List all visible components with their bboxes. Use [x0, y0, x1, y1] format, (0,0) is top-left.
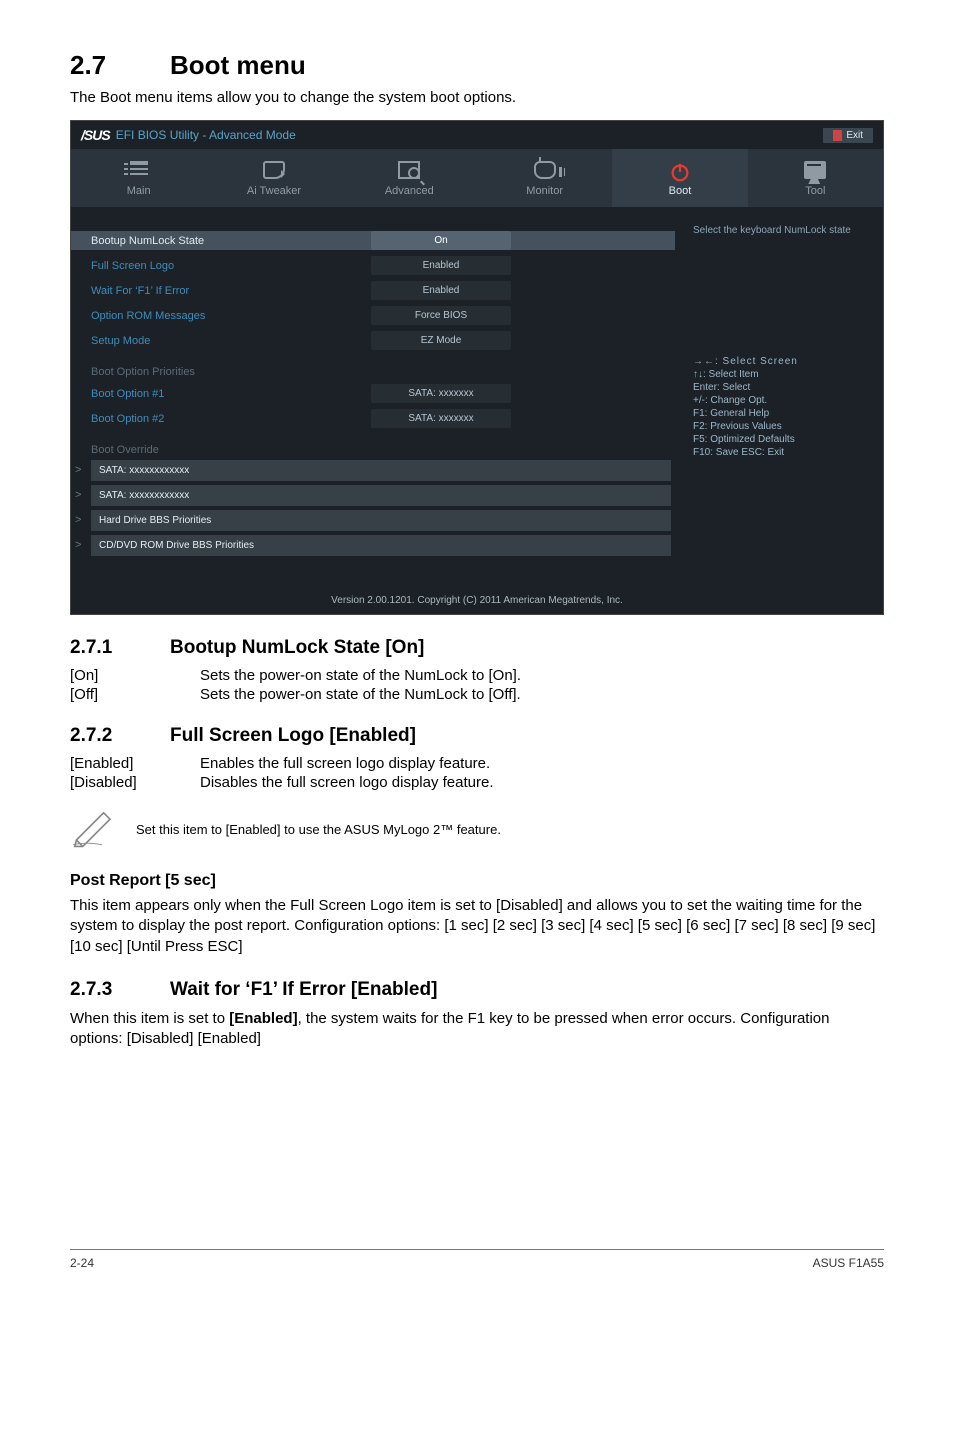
row-logo-value[interactable]: Enabled	[371, 256, 511, 275]
row-logo[interactable]: Full Screen Logo Enabled	[91, 256, 671, 275]
key-change: +/-: Change Opt.	[693, 395, 869, 406]
key-f2: F2: Previous Values	[693, 421, 869, 432]
boot-override-header: Boot Override	[91, 444, 671, 456]
thermometer-icon	[534, 161, 556, 179]
boot-priorities-header: Boot Option Priorities	[91, 366, 671, 378]
toolbox-icon	[804, 161, 826, 179]
bios-title: EFI BIOS Utility - Advanced Mode	[116, 128, 296, 142]
row-bo2-label: Boot Option #2	[91, 413, 371, 425]
kv-off: [Off]Sets the power-on state of the NumL…	[70, 686, 884, 703]
kv-enabled: [Enabled]Enables the full screen logo di…	[70, 755, 884, 772]
tab-main[interactable]: Main	[71, 149, 206, 207]
row-wait[interactable]: Wait For ‘F1’ If Error Enabled	[91, 281, 671, 300]
row-bo2-value[interactable]: SATA: xxxxxxx	[371, 409, 511, 428]
tab-main-label: Main	[127, 185, 151, 197]
help-text: Select the keyboard NumLock state	[693, 225, 869, 236]
row-bo1-value[interactable]: SATA: xxxxxxx	[371, 384, 511, 403]
subsection-272-title: Full Screen Logo [Enabled]	[170, 725, 416, 746]
bios-body: Bootup NumLock State On Full Screen Logo…	[71, 207, 883, 587]
pencil-note-icon	[70, 807, 118, 852]
subsection-271: 2.7.1Bootup NumLock State [On]	[70, 637, 884, 659]
subsection-273-no: 2.7.3	[70, 979, 170, 1001]
row-setup-label: Setup Mode	[91, 335, 371, 347]
kv-on: [On]Sets the power-on state of the NumLo…	[70, 667, 884, 684]
tab-advanced[interactable]: Advanced	[342, 149, 477, 207]
subsection-271-no: 2.7.1	[70, 637, 170, 659]
note-box: Set this item to [Enabled] to use the AS…	[70, 807, 884, 852]
row-numlock[interactable]: Bootup NumLock State On	[71, 231, 675, 250]
tab-tool[interactable]: Tool	[748, 149, 883, 207]
tab-monitor[interactable]: Monitor	[477, 149, 612, 207]
row-boot-option-2[interactable]: Boot Option #2 SATA: xxxxxxx	[91, 409, 671, 428]
override-hdd-bbs[interactable]: >Hard Drive BBS Priorities	[91, 510, 671, 531]
exit-button[interactable]: Exit	[823, 128, 873, 143]
row-numlock-label: Bootup NumLock State	[91, 235, 371, 247]
page-footer: 2-24 ASUS F1A55	[70, 1249, 884, 1270]
tab-tweaker-label: Ai Tweaker	[247, 185, 301, 197]
row-oprom-label: Option ROM Messages	[91, 310, 371, 322]
key-enter: Enter: Select	[693, 382, 869, 393]
tab-boot[interactable]: Boot	[612, 149, 747, 207]
chevron-right-icon: >	[75, 489, 81, 501]
mouse-icon	[263, 161, 285, 179]
bios-tabs: Main Ai Tweaker Advanced Monitor Boot To…	[71, 149, 883, 207]
note-text: Set this item to [Enabled] to use the AS…	[136, 822, 501, 837]
list-icon	[128, 161, 150, 179]
row-logo-label: Full Screen Logo	[91, 260, 371, 272]
key-f1: F1: General Help	[693, 408, 869, 419]
row-boot-option-1[interactable]: Boot Option #1 SATA: xxxxxxx	[91, 384, 671, 403]
key-f10: F10: Save ESC: Exit	[693, 447, 869, 458]
exit-icon	[833, 130, 842, 141]
row-bo1-label: Boot Option #1	[91, 388, 371, 400]
override-sata-2[interactable]: >SATA: xxxxxxxxxxxx	[91, 485, 671, 506]
chip-icon	[398, 161, 420, 179]
footer-left: 2-24	[70, 1256, 94, 1270]
row-setup[interactable]: Setup Mode EZ Mode	[91, 331, 671, 350]
override-sata-1[interactable]: >SATA: xxxxxxxxxxxx	[91, 460, 671, 481]
bios-window: /SUS EFI BIOS Utility - Advanced Mode Ex…	[70, 120, 884, 615]
key-f5: F5: Optimized Defaults	[693, 434, 869, 445]
tab-tool-label: Tool	[805, 185, 825, 197]
post-report-body: This item appears only when the Full Scr…	[70, 896, 884, 957]
tab-tweaker[interactable]: Ai Tweaker	[206, 149, 341, 207]
tab-advanced-label: Advanced	[385, 185, 434, 197]
override-cddvd-bbs[interactable]: >CD/DVD ROM Drive BBS Priorities	[91, 535, 671, 556]
kv-disabled: [Disabled]Disables the full screen logo …	[70, 774, 884, 791]
key-select-screen: →←: Select Screen	[693, 356, 869, 367]
bios-left-pane: Bootup NumLock State On Full Screen Logo…	[71, 207, 683, 587]
subsection-272: 2.7.2Full Screen Logo [Enabled]	[70, 725, 884, 747]
subsection-273: 2.7.3Wait for ‘F1’ If Error [Enabled]	[70, 979, 884, 1001]
row-wait-value[interactable]: Enabled	[371, 281, 511, 300]
subsection-271-title: Bootup NumLock State [On]	[170, 637, 424, 658]
chevron-right-icon: >	[75, 464, 81, 476]
section-heading: 2.7Boot menu	[70, 50, 884, 81]
section-title: Boot menu	[170, 50, 306, 80]
chevron-right-icon: >	[75, 539, 81, 551]
footer-right: ASUS F1A55	[813, 1256, 884, 1270]
key-legend: →←: Select Screen ↑↓: Select Item Enter:…	[693, 356, 869, 458]
section-number: 2.7	[70, 50, 170, 81]
row-oprom-value[interactable]: Force BIOS	[371, 306, 511, 325]
power-icon	[669, 161, 691, 179]
subsection-272-no: 2.7.2	[70, 725, 170, 747]
row-setup-value[interactable]: EZ Mode	[371, 331, 511, 350]
tab-boot-label: Boot	[669, 185, 692, 197]
chevron-right-icon: >	[75, 514, 81, 526]
post-report-title: Post Report [5 sec]	[70, 872, 884, 890]
row-wait-label: Wait For ‘F1’ If Error	[91, 285, 371, 297]
subsection-273-body: When this item is set to [Enabled], the …	[70, 1009, 884, 1050]
subsection-273-title: Wait for ‘F1’ If Error [Enabled]	[170, 979, 437, 1000]
row-oprom[interactable]: Option ROM Messages Force BIOS	[91, 306, 671, 325]
intro-text: The Boot menu items allow you to change …	[70, 89, 884, 106]
exit-label: Exit	[846, 130, 863, 141]
bios-help-pane: Select the keyboard NumLock state →←: Se…	[683, 207, 883, 587]
bios-titlebar: /SUS EFI BIOS Utility - Advanced Mode Ex…	[71, 121, 883, 149]
bios-footer: Version 2.00.1201. Copyright (C) 2011 Am…	[71, 587, 883, 614]
brand-logo: /SUS	[81, 127, 110, 143]
key-select-item: ↑↓: Select Item	[693, 369, 869, 380]
tab-monitor-label: Monitor	[526, 185, 563, 197]
row-numlock-value[interactable]: On	[371, 231, 511, 250]
